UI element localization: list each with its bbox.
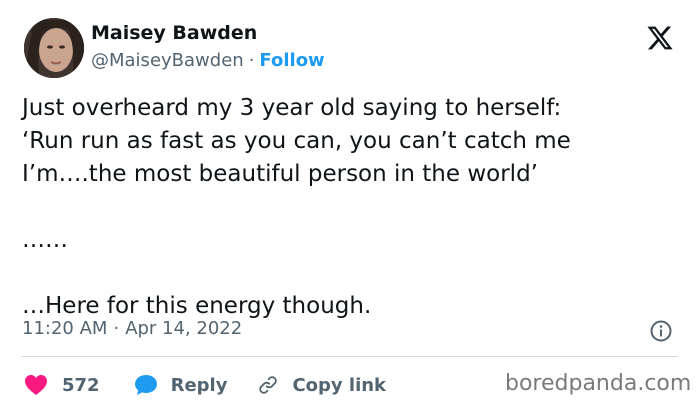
link-icon <box>259 376 278 394</box>
tweet-time: 11:20 AM <box>22 318 108 339</box>
tweet-line: …… <box>22 227 68 253</box>
copy-link-button[interactable]: Copy link <box>257 374 386 396</box>
avatar[interactable] <box>24 18 84 78</box>
tweet-line: ‘Run run as fast as you can, you can’t c… <box>22 128 571 154</box>
like-button[interactable]: 572 <box>24 374 134 396</box>
x-logo-icon[interactable] <box>646 24 674 52</box>
reply-label: Reply <box>170 374 228 396</box>
divider <box>22 356 678 357</box>
heart-icon <box>25 375 47 395</box>
copy-link-label: Copy link <box>292 374 387 396</box>
author-name[interactable]: Maisey Bawden <box>91 22 257 44</box>
author-handle-row: @MaiseyBawden · Follow <box>91 50 325 71</box>
tweet-card: Maisey Bawden @MaiseyBawden · Follow Just … <box>0 0 700 410</box>
tweet-line: Just overheard my 3 year old saying to h… <box>22 95 562 121</box>
tweet-line: I’m….the most beautiful person in the wo… <box>22 161 538 187</box>
handle-separator: · <box>248 50 255 71</box>
like-count: 572 <box>62 374 100 396</box>
tweet-date: Apr 14, 2022 <box>125 318 243 339</box>
tweet-text: Just overheard my 3 year old saying to h… <box>22 92 682 323</box>
speech-bubble-icon <box>134 375 157 395</box>
timestamp-separator: · <box>113 318 120 339</box>
info-icon[interactable] <box>649 319 673 343</box>
author-handle[interactable]: @MaiseyBawden <box>91 50 244 71</box>
tweet-timestamp[interactable]: 11:20 AM · Apr 14, 2022 <box>22 318 242 339</box>
follow-button[interactable]: Follow <box>259 50 324 71</box>
action-bar: 572 Reply Copy link <box>24 370 386 400</box>
watermark: boredpanda.com <box>505 371 692 396</box>
reply-button[interactable]: Reply <box>134 374 258 396</box>
